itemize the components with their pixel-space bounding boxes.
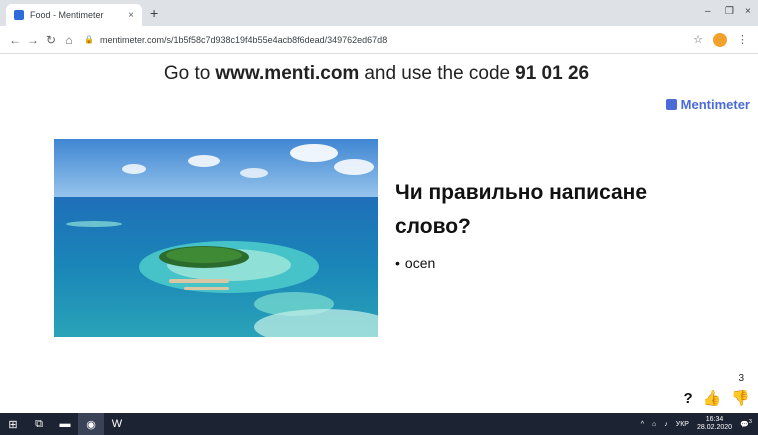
tab-title: Food - Mentimeter: [30, 10, 104, 20]
answer-option: • ocen: [395, 255, 435, 271]
notification-center-icon[interactable]: 💬3: [740, 419, 752, 428]
address-bar[interactable]: 🔒 mentimeter.com/s/1b5f58c7d938c19f4b55e…: [84, 30, 693, 50]
join-instructions: Go to www.menti.com and use the code 91 …: [0, 55, 758, 93]
brand-name: Mentimeter: [680, 97, 750, 112]
banner-prefix: Go to: [163, 63, 211, 84]
file-explorer-icon[interactable]: ▬: [52, 413, 78, 435]
bookmark-star-icon[interactable]: ☆: [693, 33, 703, 46]
task-view-icon[interactable]: ⧉: [26, 413, 52, 435]
thumbs-up-icon[interactable]: 👍: [703, 389, 722, 407]
mentimeter-favicon-icon: [14, 10, 24, 20]
voting-code: 91 01 26: [515, 63, 590, 84]
language-indicator[interactable]: УКР: [676, 421, 689, 428]
bullet-icon: •: [395, 255, 400, 271]
windows-start-icon[interactable]: ⊞: [0, 413, 26, 435]
lock-icon: 🔒: [84, 35, 94, 44]
profile-avatar[interactable]: [713, 32, 727, 47]
question-title: Чи правильно написане слово?: [395, 181, 648, 238]
tab-strip: Food - Mentimeter × + – ❐ ×: [0, 0, 758, 26]
url-text: mentimeter.com/s/1b5f58c7d938c19f4b55e4a…: [99, 34, 388, 45]
clock[interactable]: 16:34 28.02.2020: [697, 416, 732, 432]
banner-site: www.menti.com: [215, 63, 360, 84]
close-window-button[interactable]: ×: [745, 6, 751, 17]
home-icon[interactable]: ⌂: [60, 33, 78, 47]
help-button[interactable]: ?: [683, 390, 692, 407]
back-arrow-icon[interactable]: ←: [6, 33, 24, 47]
word-icon[interactable]: W: [104, 413, 130, 435]
slide-controls: ? 👍 👎: [683, 389, 750, 407]
tray-arrow-icon[interactable]: ^: [641, 421, 644, 428]
clock-date: 28.02.2020: [696, 424, 733, 431]
thumbs-down-icon[interactable]: 👎: [731, 389, 750, 407]
new-tab-button[interactable]: +: [150, 5, 158, 21]
mentimeter-logo: Mentimeter: [665, 97, 750, 112]
volume-icon[interactable]: ♪: [664, 421, 668, 428]
system-tray: ^ ⌂ ♪ УКР 16:34 28.02.2020 💬3: [641, 416, 758, 432]
clock-time: 16:34: [705, 416, 724, 423]
mentimeter-logo-icon: [665, 99, 677, 110]
island-photo: [54, 139, 378, 337]
vote-count: 3: [738, 373, 744, 384]
banner-middle: and use the code: [364, 63, 511, 84]
windows-taskbar: ⊞ ⧉ ▬ ◉ W ^ ⌂ ♪ УКР 16:34 28.02.2020 💬3: [0, 413, 758, 435]
browser-toolbar: ← → ↻ ⌂ 🔒 mentimeter.com/s/1b5f58c7d938c…: [0, 26, 758, 54]
chrome-icon[interactable]: ◉: [78, 413, 104, 435]
notification-count: 3: [748, 419, 752, 426]
network-icon[interactable]: ⌂: [652, 421, 656, 428]
reload-icon[interactable]: ↻: [42, 33, 60, 47]
answer-text: ocen: [404, 255, 436, 271]
restore-button[interactable]: ❐: [725, 6, 734, 17]
menu-dots-icon[interactable]: ⋮: [737, 33, 748, 46]
forward-arrow-icon[interactable]: →: [24, 33, 42, 47]
browser-tab[interactable]: Food - Mentimeter ×: [6, 4, 142, 26]
minimize-button[interactable]: –: [705, 6, 711, 17]
tab-close-icon[interactable]: ×: [128, 10, 134, 21]
